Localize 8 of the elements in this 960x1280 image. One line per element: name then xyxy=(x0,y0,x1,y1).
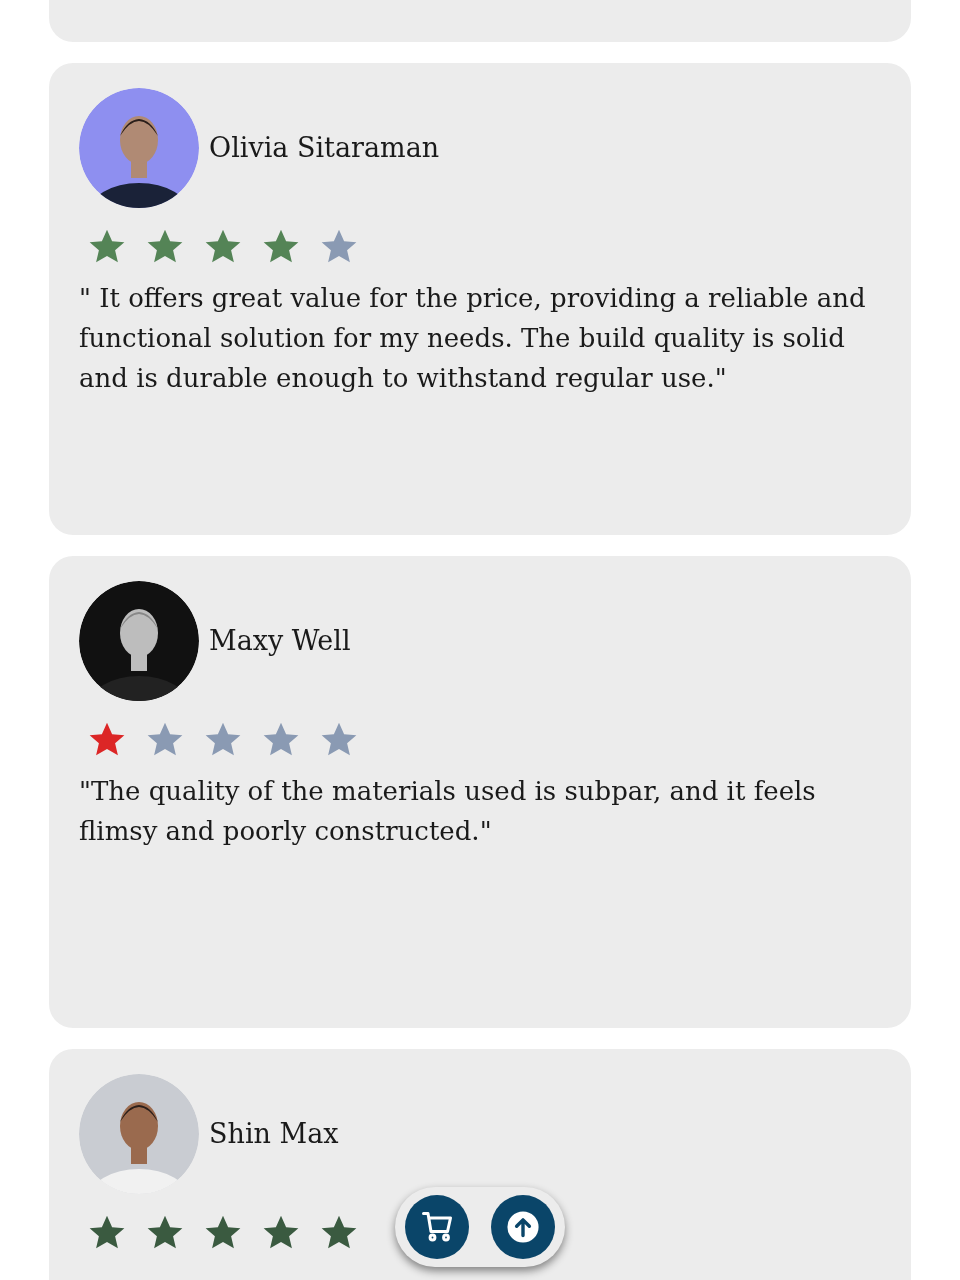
reviewer-name: Maxy Well xyxy=(209,623,351,658)
arrow-up-icon xyxy=(506,1210,540,1244)
review-text: "The quality of the materials used is subpar, and it feels flimsy and poorly constructed." xyxy=(79,775,817,848)
scroll-top-button[interactable] xyxy=(491,1195,555,1259)
reviewer-name: Olivia Sitaraman xyxy=(209,130,440,165)
reviewer-name: Shin Max xyxy=(209,1116,339,1151)
cart-button[interactable] xyxy=(405,1195,469,1259)
review-text: " It offers great value for the price, providing a reliable and functional solution for my needs. The build quality is solid and is durable enough to withstand regular use." xyxy=(79,282,867,395)
